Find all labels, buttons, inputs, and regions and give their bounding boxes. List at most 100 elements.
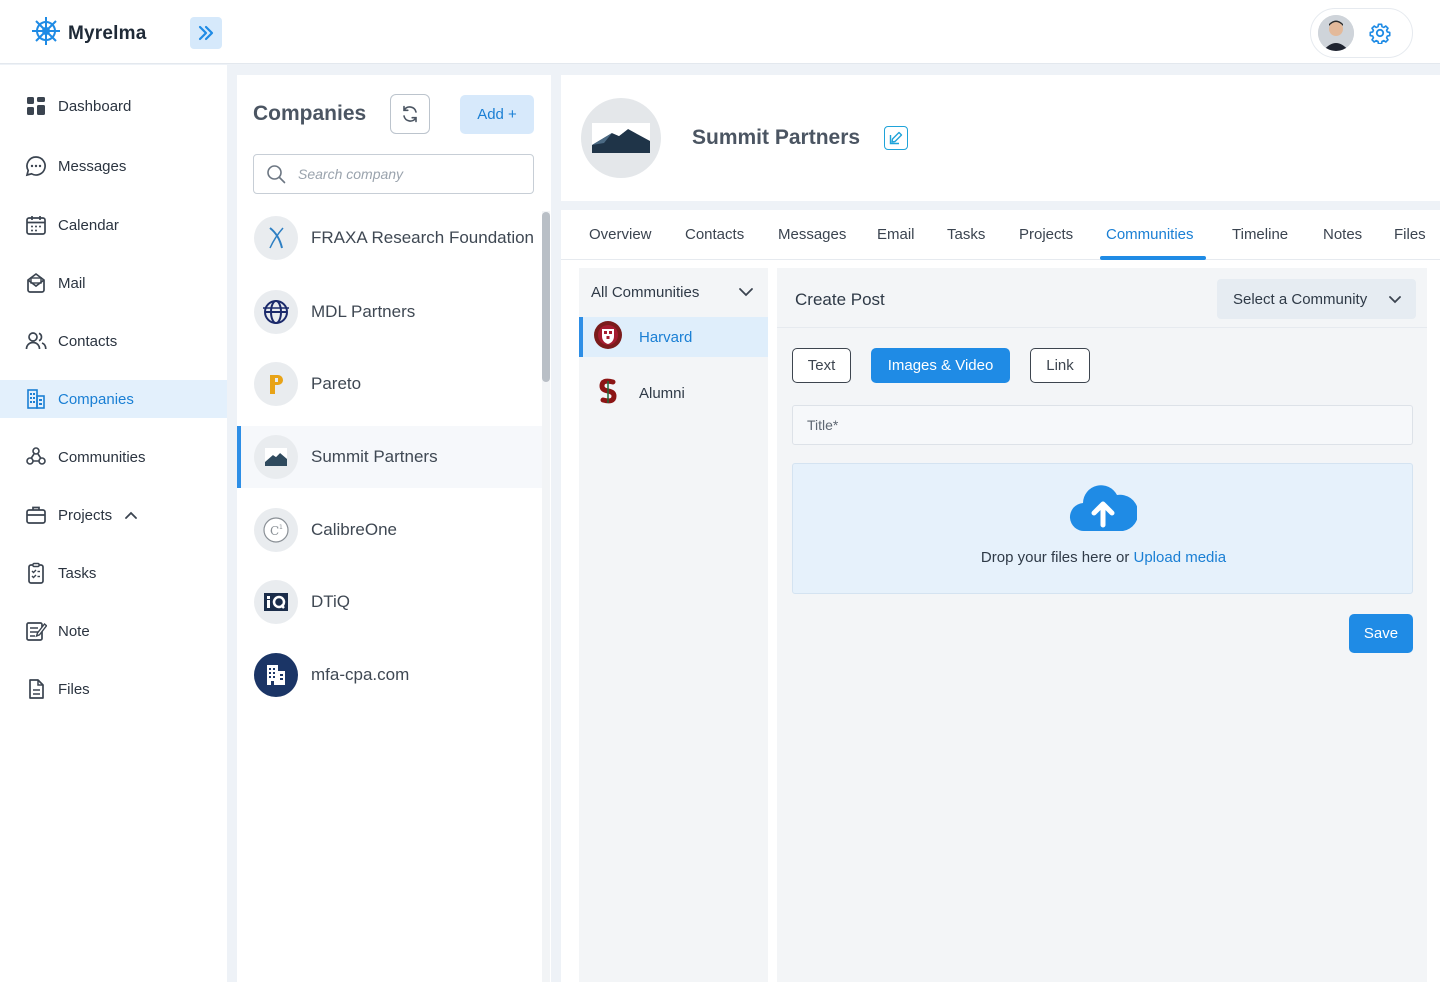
mail-icon [25, 272, 47, 294]
company-logo [254, 216, 298, 260]
tab-overview[interactable]: Overview [589, 226, 652, 243]
post-type-link-button[interactable]: Link [1030, 348, 1090, 383]
community-filter-label: All Communities [591, 283, 700, 301]
chevron-down-icon [739, 288, 753, 297]
refresh-icon [403, 105, 417, 123]
community-item-harvard[interactable]: Harvard [579, 317, 768, 357]
post-type-text-button[interactable]: Text [792, 348, 851, 383]
sidebar-item-mail[interactable]: Mail [0, 264, 227, 302]
ship-wheel-logo-icon [30, 15, 62, 52]
save-button[interactable]: Save [1349, 614, 1413, 653]
sidebar-item-label: Note [58, 622, 90, 640]
tab-messages[interactable]: Messages [778, 226, 846, 243]
sidebar-item-contacts[interactable]: Contacts [0, 322, 227, 360]
sidebar-item-label: Contacts [58, 332, 118, 350]
companies-icon [25, 388, 47, 410]
tab-projects[interactable]: Projects [1019, 226, 1073, 243]
tab-timeline[interactable]: Timeline [1232, 226, 1288, 243]
company-name: Pareto [311, 374, 362, 393]
calendar-icon [25, 214, 47, 236]
sidebar-item-label: Calendar [58, 216, 119, 234]
tab-notes[interactable]: Notes [1323, 226, 1362, 243]
tab-tasks[interactable]: Tasks [947, 226, 985, 243]
brand[interactable]: Myrelma [30, 15, 147, 52]
settings-gear-icon[interactable] [1368, 21, 1392, 45]
company-name: FRAXA Research Foundation [311, 228, 535, 247]
communities-icon [25, 446, 47, 468]
main-content-card: Overview Contacts Messages Email Tasks P… [561, 210, 1440, 982]
sidebar-item-calendar[interactable]: Calendar [0, 206, 227, 244]
dropzone-text: Drop your files here or Upload media [793, 549, 1414, 566]
sidebar: Dashboard Messages Calendar Mail Contact… [0, 65, 227, 982]
sidebar-item-companies[interactable]: Companies [0, 380, 227, 418]
refresh-button[interactable] [390, 94, 430, 134]
scrollbar-thumb[interactable] [542, 212, 550, 382]
sidebar-item-label: Messages [58, 157, 127, 175]
company-row-fraxa[interactable]: FRAXA Research Foundation [237, 211, 542, 265]
search-icon [267, 165, 286, 184]
tab-email[interactable]: Email [877, 226, 915, 243]
building-icon [254, 653, 298, 697]
company-name: DTiQ [311, 592, 351, 611]
app-name: Myrelma [68, 22, 147, 44]
expand-sidebar-button[interactable] [190, 17, 222, 49]
post-title-input[interactable] [792, 405, 1413, 445]
create-post-title: Create Post [795, 290, 885, 309]
sidebar-item-dashboard[interactable]: Dashboard [0, 87, 227, 125]
company-name: MDL Partners [311, 302, 416, 321]
sidebar-item-label: Tasks [58, 564, 97, 582]
sidebar-item-projects[interactable]: Projects [0, 496, 227, 534]
sidebar-item-messages[interactable]: Messages [0, 147, 227, 185]
tab-communities[interactable]: Communities [1106, 226, 1194, 243]
chat-bubble-icon [25, 155, 47, 177]
company-name-heading: Summit Partners [692, 126, 861, 149]
avatar[interactable] [1318, 15, 1354, 51]
post-type-images-video-button[interactable]: Images & Video [871, 348, 1010, 383]
company-search [253, 154, 534, 194]
sidebar-item-tasks[interactable]: Tasks [0, 554, 227, 592]
company-row-mfa-cpa[interactable]: mfa-cpa.com [237, 648, 542, 702]
add-company-button[interactable]: Add + [460, 95, 534, 134]
company-row-summit-partners[interactable]: Summit Partners [237, 426, 542, 488]
sidebar-item-note[interactable]: Note [0, 612, 227, 650]
company-row-dtiq[interactable]: DTiQ [237, 575, 542, 629]
company-logo [254, 362, 298, 406]
search-input[interactable] [298, 166, 518, 182]
select-community-label: Select a Community [1233, 290, 1368, 308]
tab-contacts[interactable]: Contacts [685, 226, 744, 243]
edit-button[interactable] [884, 126, 908, 150]
stanford-logo-icon [593, 376, 623, 411]
company-row-calibreone[interactable]: C1 CalibreOne [237, 503, 542, 557]
briefcase-icon [25, 504, 47, 526]
tab-files[interactable]: Files [1394, 226, 1426, 243]
companies-title: Companies [253, 102, 367, 125]
company-logo [254, 580, 298, 624]
company-row-mdl-partners[interactable]: MDL Partners [237, 285, 542, 339]
top-bar: Myrelma [0, 0, 1440, 64]
community-label: Alumni [639, 384, 685, 402]
edit-icon [889, 131, 903, 145]
drop-instructions: Drop your files here or [980, 549, 1134, 566]
sidebar-item-files[interactable]: Files [0, 670, 227, 708]
chevron-up-icon[interactable] [124, 508, 138, 522]
media-dropzone[interactable]: Drop your files here or Upload media [792, 463, 1413, 594]
double-chevron-right-icon [198, 25, 214, 41]
company-name: mfa-cpa.com [311, 665, 410, 684]
community-label: Harvard [639, 328, 693, 346]
company-logo [254, 290, 298, 334]
company-profile-header: Summit Partners [561, 75, 1440, 201]
svg-text:1: 1 [279, 524, 283, 531]
upload-media-link[interactable]: Upload media [1134, 549, 1227, 566]
sidebar-item-communities[interactable]: Communities [0, 438, 227, 476]
dashboard-icon [25, 95, 47, 117]
chevron-down-icon [1389, 296, 1401, 304]
company-logo: C1 [254, 508, 298, 552]
select-community-dropdown[interactable]: Select a Community [1217, 279, 1416, 319]
community-filter-dropdown[interactable]: All Communities [579, 268, 768, 316]
companies-panel: Companies Add + FRAXA Research Foundatio… [237, 75, 551, 982]
community-item-alumni[interactable]: Alumni [579, 373, 768, 413]
company-row-pareto[interactable]: Pareto [237, 357, 542, 411]
create-post-header: Create Post Select a Community [777, 268, 1427, 328]
active-tab-indicator [1100, 256, 1206, 260]
sidebar-item-label: Companies [58, 390, 134, 408]
